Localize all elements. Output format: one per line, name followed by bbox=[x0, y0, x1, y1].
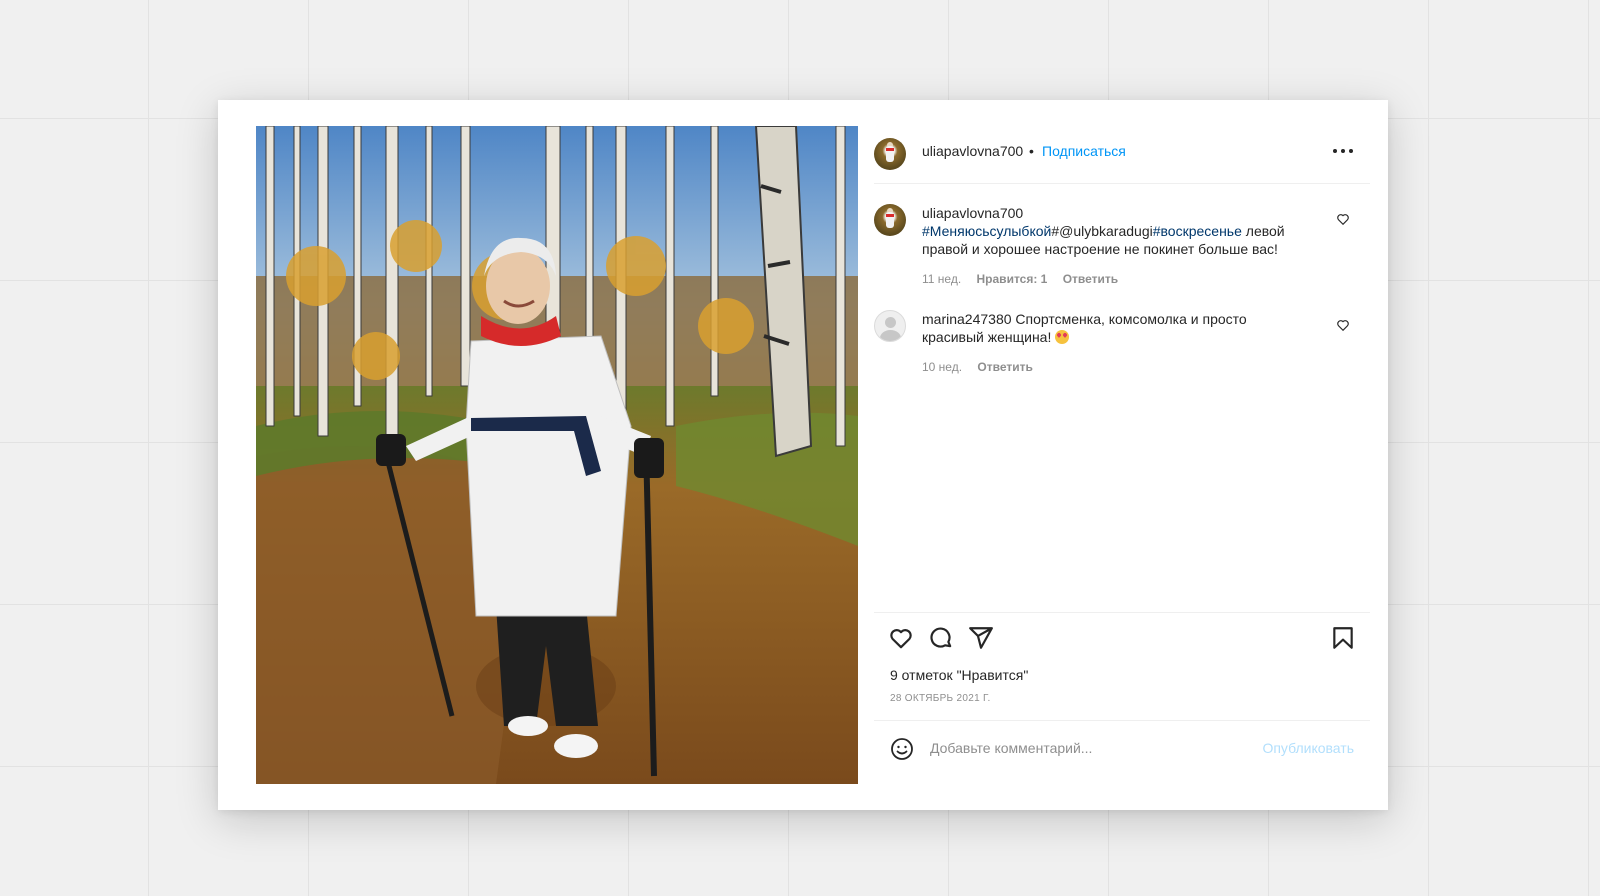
add-comment-bar: Опубликовать bbox=[874, 720, 1370, 777]
caption-time[interactable]: 11 нед. bbox=[922, 272, 961, 286]
heart-eyes-emoji-icon bbox=[1055, 330, 1070, 344]
comment-meta: 10 нед. Ответить bbox=[922, 360, 1045, 374]
reply-button[interactable]: Ответить bbox=[977, 360, 1032, 374]
post-panel: uliapavlovna700 • Подписаться uliapavlov… bbox=[874, 126, 1370, 784]
author-avatar[interactable] bbox=[874, 138, 906, 170]
publish-button[interactable]: Опубликовать bbox=[1262, 740, 1354, 756]
caption-avatar[interactable] bbox=[874, 204, 906, 236]
post-photo[interactable] bbox=[256, 126, 858, 784]
hashtag-link[interactable]: #Меняюсьсулыбкой bbox=[922, 223, 1051, 239]
heart-icon[interactable] bbox=[1336, 318, 1350, 332]
caption-username[interactable]: uliapavlovna700 bbox=[922, 205, 1023, 221]
smiley-icon[interactable] bbox=[890, 737, 914, 761]
comment-bubble-icon[interactable] bbox=[928, 625, 954, 651]
post-header: uliapavlovna700 • Подписаться bbox=[874, 126, 1370, 184]
comment-time[interactable]: 10 нед. bbox=[922, 360, 962, 374]
heart-icon[interactable] bbox=[888, 625, 914, 651]
caption-meta: 11 нед. Нравится: 1 Ответить bbox=[922, 272, 1130, 286]
comment-text: marina247380 Спортсменка, комсомолка и п… bbox=[922, 310, 1292, 346]
caption-likes[interactable]: Нравится: 1 bbox=[977, 272, 1048, 286]
caption-text: uliapavlovna700 #Меняюсьсулыбкой#@ulybka… bbox=[922, 204, 1292, 258]
heart-icon[interactable] bbox=[1336, 212, 1350, 226]
reply-button[interactable]: Ответить bbox=[1063, 272, 1118, 286]
caption-comment: uliapavlovna700 #Меняюсьсулыбкой#@ulybka… bbox=[874, 204, 1370, 294]
comment-username[interactable]: marina247380 bbox=[922, 311, 1012, 327]
comment-input[interactable] bbox=[930, 738, 1230, 758]
paper-plane-icon[interactable] bbox=[968, 625, 994, 651]
post-actions: 9 отметок "Нравится" 28 ОКТЯБРЬ 2021 Г. … bbox=[874, 612, 1370, 785]
user-comment: marina247380 Спортсменка, комсомолка и п… bbox=[874, 310, 1370, 390]
more-dots-icon[interactable] bbox=[1330, 140, 1360, 162]
likes-count[interactable]: 9 отметок "Нравится" bbox=[890, 667, 1028, 683]
commenter-avatar[interactable] bbox=[874, 310, 906, 342]
post-date[interactable]: 28 ОКТЯБРЬ 2021 Г. bbox=[890, 693, 991, 704]
hashtag-link[interactable]: #воскресенье bbox=[1153, 223, 1242, 239]
bookmark-icon[interactable] bbox=[1330, 625, 1356, 651]
separator-dot: • bbox=[1029, 143, 1034, 159]
post-card: uliapavlovna700 • Подписаться uliapavlov… bbox=[218, 100, 1388, 810]
mention-link[interactable]: #@ulybkaradugi bbox=[1051, 223, 1152, 239]
follow-button[interactable]: Подписаться bbox=[1042, 143, 1126, 159]
author-username[interactable]: uliapavlovna700 bbox=[922, 143, 1023, 159]
